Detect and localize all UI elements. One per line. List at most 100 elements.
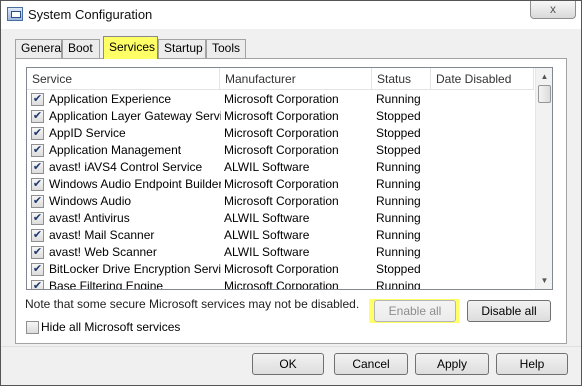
msconfig-icon: [7, 7, 23, 21]
table-row[interactable]: ✔ BitLocker Drive Encryption Service Mic…: [27, 261, 534, 278]
column-header-status[interactable]: Status: [372, 68, 431, 90]
table-row[interactable]: ✔ AppID Service Microsoft Corporation St…: [27, 125, 534, 142]
table-row[interactable]: ✔ Windows Audio Microsoft Corporation Ru…: [27, 193, 534, 210]
service-date-disabled: [435, 227, 530, 244]
service-status: Running: [376, 92, 421, 106]
service-manufacturer: ALWIL Software: [224, 160, 310, 174]
scroll-up-icon[interactable]: ▲: [536, 68, 552, 85]
service-checkbox[interactable]: ✔: [31, 127, 44, 140]
button-divider: [1, 346, 581, 347]
table-row[interactable]: ✔ avast! Antivirus ALWIL Software Runnin…: [27, 210, 534, 227]
service-date-disabled: [435, 193, 530, 210]
scroll-thumb[interactable]: [538, 85, 551, 103]
list-rows: ✔ Application Experience Microsoft Corpo…: [27, 91, 534, 290]
service-status: Running: [376, 279, 421, 290]
table-row[interactable]: ✔ avast! iAVS4 Control Service ALWIL Sof…: [27, 159, 534, 176]
service-checkbox[interactable]: ✔: [31, 246, 44, 259]
help-button[interactable]: Help: [496, 353, 568, 375]
service-manufacturer: Microsoft Corporation: [224, 143, 339, 157]
service-name: Windows Audio: [49, 194, 132, 208]
service-status: Running: [376, 228, 421, 242]
table-row[interactable]: ✔ avast! Web Scanner ALWIL Software Runn…: [27, 244, 534, 261]
service-manufacturer: ALWIL Software: [224, 228, 310, 242]
service-date-disabled: [435, 261, 530, 278]
service-manufacturer: Microsoft Corporation: [224, 194, 339, 208]
scroll-down-icon[interactable]: ▼: [536, 272, 552, 289]
system-configuration-window: System Configuration x General Boot Serv…: [0, 0, 582, 386]
title-bar[interactable]: System Configuration x: [1, 1, 581, 29]
service-name: Base Filtering Engine: [49, 279, 164, 290]
service-manufacturer: Microsoft Corporation: [224, 177, 339, 191]
table-row[interactable]: ✔ Application Experience Microsoft Corpo…: [27, 91, 534, 108]
service-checkbox[interactable]: ✔: [31, 110, 44, 123]
hide-microsoft-services-label[interactable]: Hide all Microsoft services: [41, 321, 180, 334]
service-date-disabled: [435, 210, 530, 227]
service-checkbox[interactable]: ✔: [31, 161, 44, 174]
service-name: Application Management: [49, 143, 182, 157]
service-checkbox[interactable]: ✔: [31, 93, 44, 106]
service-name: Application Experience: [49, 92, 172, 106]
column-header-date-disabled[interactable]: Date Disabled: [431, 68, 534, 90]
table-row[interactable]: ✔ Application Layer Gateway Service Micr…: [27, 108, 534, 125]
secure-services-note: Note that some secure Microsoft services…: [25, 297, 360, 311]
table-row[interactable]: ✔ Base Filtering Engine Microsoft Corpor…: [27, 278, 534, 290]
service-checkbox[interactable]: ✔: [31, 195, 44, 208]
service-checkbox[interactable]: ✔: [31, 212, 44, 225]
service-status: Stopped: [376, 109, 421, 123]
apply-button[interactable]: Apply: [415, 353, 489, 375]
service-manufacturer: Microsoft Corporation: [224, 92, 339, 106]
table-row[interactable]: ✔ Windows Audio Endpoint Builder Microso…: [27, 176, 534, 193]
list-header: Service Manufacturer Status Date Disable…: [27, 68, 534, 90]
service-name: Application Layer Gateway Service: [49, 109, 221, 123]
service-date-disabled: [435, 159, 530, 176]
tab-boot[interactable]: Boot: [62, 39, 100, 58]
table-row[interactable]: ✔ avast! Mail Scanner ALWIL Software Run…: [27, 227, 534, 244]
service-status: Running: [376, 177, 421, 191]
service-manufacturer: Microsoft Corporation: [224, 109, 339, 123]
tab-services[interactable]: Services: [103, 36, 158, 59]
service-date-disabled: [435, 91, 530, 108]
services-list[interactable]: Service Manufacturer Status Date Disable…: [26, 67, 553, 290]
service-date-disabled: [435, 142, 530, 159]
service-date-disabled: [435, 278, 530, 289]
hide-microsoft-services-checkbox[interactable]: [26, 321, 39, 334]
service-name: avast! iAVS4 Control Service: [49, 160, 203, 174]
ok-button[interactable]: OK: [252, 353, 324, 375]
column-header-manufacturer[interactable]: Manufacturer: [220, 68, 372, 90]
service-name: AppID Service: [49, 126, 126, 140]
service-name: avast! Web Scanner: [49, 245, 157, 259]
service-status: Stopped: [376, 262, 421, 276]
service-status: Running: [376, 160, 421, 174]
service-date-disabled: [435, 125, 530, 142]
service-status: Running: [376, 245, 421, 259]
service-status: Running: [376, 211, 421, 225]
service-status: Stopped: [376, 126, 421, 140]
tab-tools[interactable]: Tools: [206, 39, 246, 58]
service-status: Stopped: [376, 143, 421, 157]
service-manufacturer: Microsoft Corporation: [224, 262, 339, 276]
vertical-scrollbar[interactable]: ▲ ▼: [535, 68, 552, 289]
service-checkbox[interactable]: ✔: [31, 144, 44, 157]
tab-startup[interactable]: Startup: [158, 39, 206, 58]
service-date-disabled: [435, 176, 530, 193]
service-date-disabled: [435, 244, 530, 261]
close-button[interactable]: x: [530, 1, 576, 19]
service-checkbox[interactable]: ✔: [31, 280, 44, 289]
disable-all-button[interactable]: Disable all: [467, 300, 551, 322]
column-header-service[interactable]: Service: [27, 68, 220, 90]
service-date-disabled: [435, 108, 530, 125]
service-manufacturer: Microsoft Corporation: [224, 279, 339, 290]
service-checkbox[interactable]: ✔: [31, 263, 44, 276]
service-name: avast! Mail Scanner: [49, 228, 155, 242]
cancel-button[interactable]: Cancel: [334, 353, 408, 375]
tab-general[interactable]: General: [15, 39, 64, 58]
enable-all-button[interactable]: Enable all: [374, 300, 456, 322]
table-row[interactable]: ✔ Application Management Microsoft Corpo…: [27, 142, 534, 159]
service-checkbox[interactable]: ✔: [31, 229, 44, 242]
service-name: Windows Audio Endpoint Builder: [49, 177, 221, 191]
service-name: BitLocker Drive Encryption Service: [49, 262, 221, 276]
service-manufacturer: Microsoft Corporation: [224, 126, 339, 140]
service-checkbox[interactable]: ✔: [31, 178, 44, 191]
window-title: System Configuration: [28, 7, 153, 22]
service-status: Running: [376, 194, 421, 208]
